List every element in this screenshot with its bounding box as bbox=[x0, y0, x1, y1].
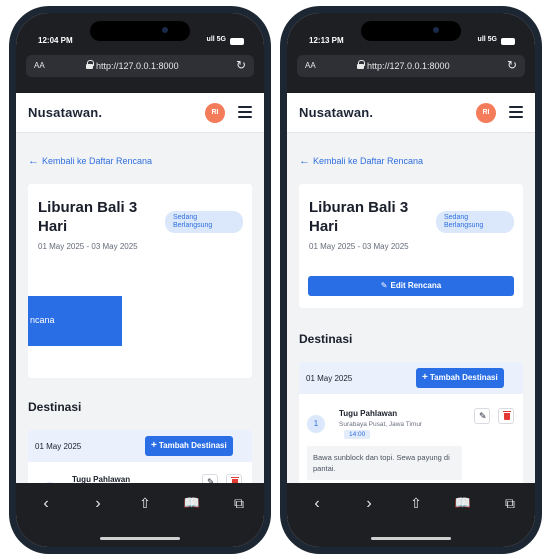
avatar[interactable]: RI bbox=[205, 103, 225, 123]
status-bar: 12:13 PM ull 5G bbox=[309, 36, 515, 48]
plus-icon: + bbox=[422, 372, 428, 383]
tabs-icon[interactable]: ⧉ bbox=[500, 495, 520, 512]
delete-destination-button[interactable] bbox=[498, 408, 514, 424]
status-bar: 12:04 PM ull 5G bbox=[38, 36, 244, 48]
edit-plan-button[interactable]: ncana bbox=[28, 296, 122, 346]
forward-icon[interactable]: › bbox=[359, 495, 379, 513]
pencil-icon: ✎ bbox=[479, 411, 487, 421]
share-icon[interactable]: ⇧ bbox=[406, 495, 426, 512]
lock-icon bbox=[357, 60, 365, 69]
home-indicator bbox=[371, 537, 451, 540]
app-header: Nusatawan. RI bbox=[16, 93, 264, 133]
destination-location: Surabaya Pusat, Jawa Timur bbox=[339, 421, 423, 428]
hamburger-menu-icon[interactable] bbox=[509, 106, 523, 118]
add-destination-button[interactable]: + Tambah Destinasi bbox=[145, 436, 233, 456]
home-indicator bbox=[100, 537, 180, 540]
page-content: ← Kembali ke Daftar Rencana Liburan Bali … bbox=[287, 134, 535, 497]
trip-dates: 01 May 2025 - 03 May 2025 bbox=[309, 242, 409, 251]
address-bar[interactable]: AA http://127.0.0.1:8000 ↻ bbox=[26, 55, 254, 77]
forward-icon[interactable]: › bbox=[88, 495, 108, 513]
tabs-icon[interactable]: ⧉ bbox=[229, 495, 249, 512]
pencil-icon: ✎ bbox=[380, 281, 388, 290]
day-date: 01 May 2025 bbox=[35, 442, 82, 451]
edit-destination-button[interactable]: ✎ bbox=[474, 408, 490, 424]
app-header: Nusatawan. RI bbox=[287, 93, 535, 133]
reader-aa-button[interactable]: AA bbox=[34, 61, 45, 70]
lock-icon bbox=[86, 60, 94, 69]
status-badge: Sedang Berlangsung bbox=[436, 211, 514, 233]
browser-top-bar: 12:13 PM ull 5G AA http://127.0.0.1:8000… bbox=[287, 13, 535, 93]
signal-indicator: ull 5G bbox=[206, 36, 226, 43]
brand-logo[interactable]: Nusatawan. bbox=[28, 105, 102, 120]
day-date: 01 May 2025 bbox=[306, 374, 353, 383]
trip-title: Liburan Bali 3 Hari bbox=[309, 199, 409, 235]
battery-icon bbox=[501, 38, 515, 45]
reload-icon[interactable]: ↻ bbox=[507, 58, 517, 72]
signal-indicator: ull 5G bbox=[477, 36, 497, 43]
trip-card: Liburan Bali 3 Hari Sedang Berlangsung 0… bbox=[299, 184, 523, 308]
back-icon[interactable]: ‹ bbox=[307, 495, 327, 513]
screen-right: 12:13 PM ull 5G AA http://127.0.0.1:8000… bbox=[287, 13, 535, 547]
reload-icon[interactable]: ↻ bbox=[236, 58, 246, 72]
add-destination-button[interactable]: + Tambah Destinasi bbox=[416, 368, 504, 388]
hamburger-menu-icon[interactable] bbox=[238, 106, 252, 118]
phone-right: 12:13 PM ull 5G AA http://127.0.0.1:8000… bbox=[280, 6, 542, 554]
status-badge: Sedang Berlangsung bbox=[165, 211, 243, 233]
destinations-heading: Destinasi bbox=[299, 332, 353, 346]
avatar[interactable]: RI bbox=[476, 103, 496, 123]
edit-plan-button[interactable]: ✎ Edit Rencana bbox=[308, 276, 514, 296]
arrow-left-icon: ← bbox=[299, 155, 310, 167]
browser-bottom-toolbar: ‹ › ⇧ 📖 ⧉ bbox=[287, 483, 535, 547]
bookmarks-icon[interactable]: 📖 bbox=[182, 495, 202, 511]
bookmarks-icon[interactable]: 📖 bbox=[453, 495, 473, 511]
day-header: 01 May 2025 + Tambah Destinasi bbox=[299, 362, 523, 394]
page-content: ← Kembali ke Daftar Rencana Liburan Bali … bbox=[16, 134, 264, 497]
browser-bottom-toolbar: ‹ › ⇧ 📖 ⧉ bbox=[16, 483, 264, 547]
battery-icon bbox=[230, 38, 244, 45]
trash-icon bbox=[503, 411, 511, 420]
trip-dates: 01 May 2025 - 03 May 2025 bbox=[38, 242, 138, 251]
trip-title: Liburan Bali 3 Hari bbox=[38, 199, 138, 235]
destination-name: Tugu Pahlawan bbox=[339, 409, 398, 418]
plus-icon: + bbox=[151, 440, 157, 451]
share-icon[interactable]: ⇧ bbox=[135, 495, 155, 512]
back-to-plans-link[interactable]: ← Kembali ke Daftar Rencana bbox=[299, 155, 423, 167]
browser-top-bar: 12:04 PM ull 5G AA http://127.0.0.1:8000… bbox=[16, 13, 264, 93]
reader-aa-button[interactable]: AA bbox=[305, 61, 316, 70]
destination-note: Bawa sunblock dan topi. Sewa payung di p… bbox=[307, 446, 462, 480]
status-time: 12:13 PM bbox=[309, 36, 344, 45]
destinations-heading: Destinasi bbox=[28, 400, 82, 414]
trip-card: Liburan Bali 3 Hari Sedang Berlangsung 0… bbox=[28, 184, 252, 378]
url-text[interactable]: http://127.0.0.1:8000 bbox=[367, 61, 450, 71]
back-icon[interactable]: ‹ bbox=[36, 495, 56, 513]
arrow-left-icon: ← bbox=[28, 155, 39, 167]
status-time: 12:04 PM bbox=[38, 36, 73, 45]
brand-logo[interactable]: Nusatawan. bbox=[299, 105, 373, 120]
destination-index: 1 bbox=[307, 415, 325, 433]
address-bar[interactable]: AA http://127.0.0.1:8000 ↻ bbox=[297, 55, 525, 77]
day-header: 01 May 2025 + Tambah Destinasi bbox=[28, 430, 252, 462]
url-text[interactable]: http://127.0.0.1:8000 bbox=[96, 61, 179, 71]
phone-left: 12:04 PM ull 5G AA http://127.0.0.1:8000… bbox=[9, 6, 271, 554]
destination-time: 14:00 bbox=[344, 430, 371, 439]
back-to-plans-link[interactable]: ← Kembali ke Daftar Rencana bbox=[28, 155, 152, 167]
day-card: 01 May 2025 +Tambah Destinasi 1 Tugu Pah… bbox=[299, 362, 523, 497]
screen-left: 12:04 PM ull 5G AA http://127.0.0.1:8000… bbox=[16, 13, 264, 547]
